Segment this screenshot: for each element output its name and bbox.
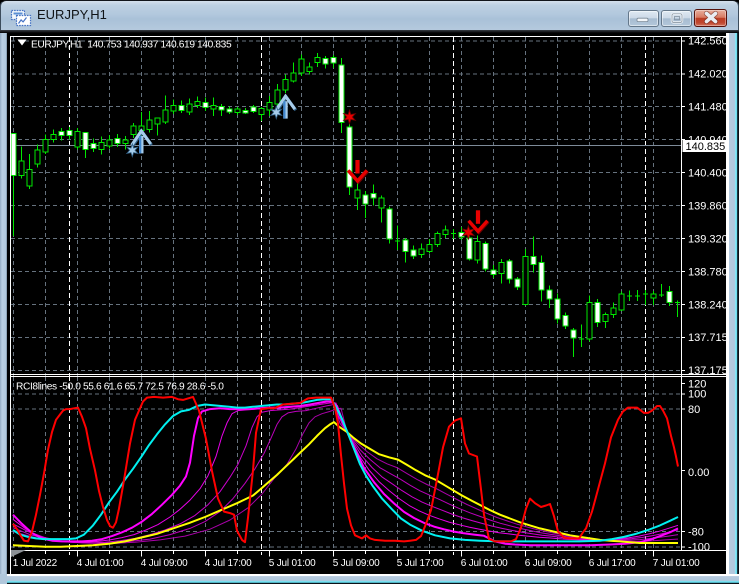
svg-text:141.480: 141.480 <box>688 102 728 114</box>
svg-text:0.00: 0.00 <box>688 467 709 479</box>
svg-text:4 Jul 09:00: 4 Jul 09:00 <box>141 558 188 569</box>
svg-text:138.780: 138.780 <box>688 266 728 278</box>
svg-text:6 Jul 01:00: 6 Jul 01:00 <box>461 558 508 569</box>
svg-text:80: 80 <box>688 404 700 416</box>
svg-text:5 Jul 17:00: 5 Jul 17:00 <box>397 558 444 569</box>
svg-text:4 Jul 17:00: 4 Jul 17:00 <box>205 558 252 569</box>
svg-text:EURJPY,H1 140.753 140.937 140: EURJPY,H1 140.753 140.937 140.619 140.83… <box>31 39 232 50</box>
svg-text:5 Jul 01:00: 5 Jul 01:00 <box>269 558 316 569</box>
svg-text:139.860: 139.860 <box>688 200 728 212</box>
svg-text:137.715: 137.715 <box>688 332 728 344</box>
svg-text:139.320: 139.320 <box>688 233 728 245</box>
svg-text:142.560: 142.560 <box>688 36 728 48</box>
svg-text:6 Jul 17:00: 6 Jul 17:00 <box>589 558 636 569</box>
svg-text:-100: -100 <box>688 542 710 554</box>
svg-text:140.400: 140.400 <box>688 167 728 179</box>
svg-text:6 Jul 09:00: 6 Jul 09:00 <box>525 558 572 569</box>
svg-text:1 Jul 2022: 1 Jul 2022 <box>13 558 58 569</box>
svg-text:138.240: 138.240 <box>688 299 728 311</box>
svg-text:137.175: 137.175 <box>688 365 728 377</box>
svg-text:7 Jul 01:00: 7 Jul 01:00 <box>653 558 700 569</box>
svg-text:-80: -80 <box>688 526 704 538</box>
svg-text:5 Jul 09:00: 5 Jul 09:00 <box>333 558 380 569</box>
svg-text:RCI8lines -50.0 55.6 61.6 65.7: RCI8lines -50.0 55.6 61.6 65.7 72.5 76.9… <box>16 381 224 392</box>
svg-text:142.020: 142.020 <box>688 69 728 81</box>
svg-text:140.835: 140.835 <box>686 141 726 153</box>
svg-text:4 Jul 01:00: 4 Jul 01:00 <box>77 558 124 569</box>
svg-text:100: 100 <box>688 389 706 401</box>
